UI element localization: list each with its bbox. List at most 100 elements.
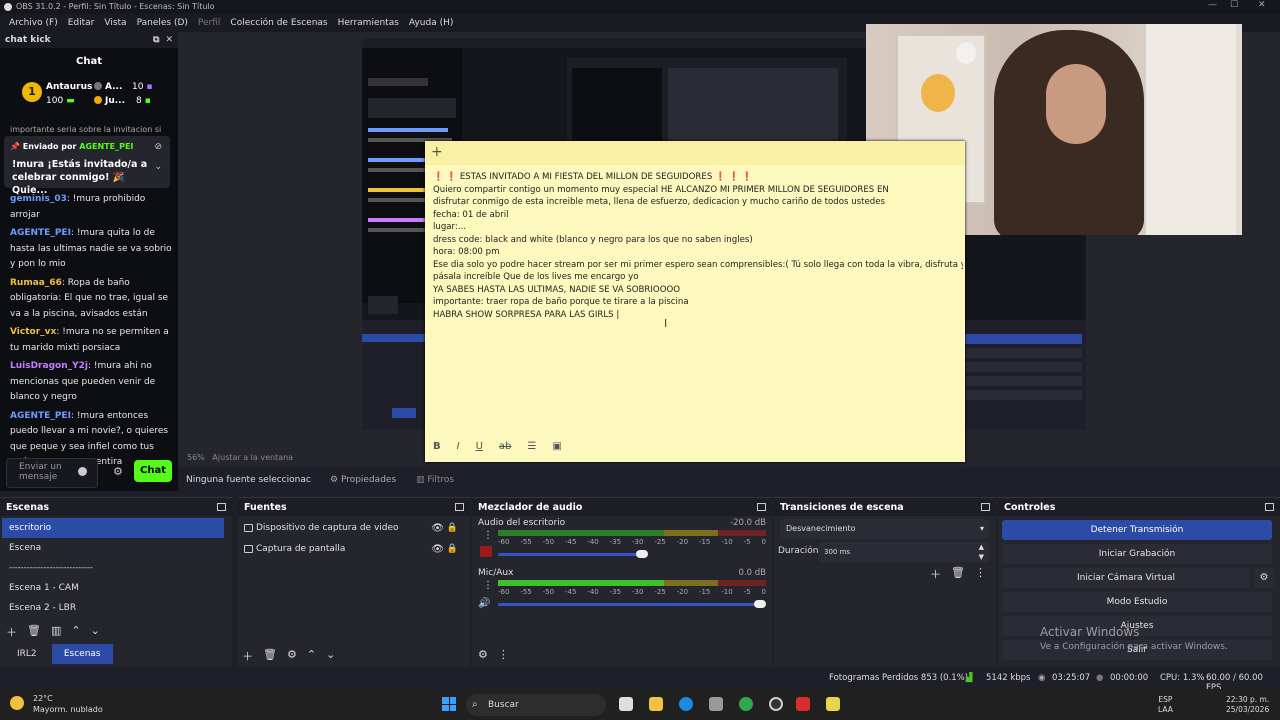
volume-slider-handle[interactable]	[754, 600, 766, 608]
source-item[interactable]: Dispositivo de captura de video 👁 🔒	[238, 518, 470, 539]
transition-select[interactable]: Desvanecimiento ▾	[780, 519, 990, 539]
chat-username[interactable]: AGENTE_PEI	[10, 228, 71, 238]
volume-slider[interactable]	[498, 553, 643, 556]
more-icon[interactable]: ⋮	[975, 566, 986, 582]
arrow-down-icon[interactable]: ⌄	[91, 624, 100, 640]
volume-slider-handle[interactable]	[636, 550, 649, 558]
pinned-message[interactable]: 📌 Enviado por AGENTE_PEI !mura ¡Estás in…	[4, 136, 170, 196]
stop-streaming-button[interactable]: Detener Transmisión	[1002, 520, 1272, 540]
weather-icon[interactable]	[10, 696, 24, 710]
float-icon[interactable]	[757, 503, 766, 511]
task-view-icon[interactable]	[619, 697, 633, 711]
note-text[interactable]: ❗ ❗ ESTAS INVITADO A MI FIESTA DEL MILLO…	[433, 171, 963, 321]
unpin-icon[interactable]: ⊘	[154, 142, 162, 152]
spin-icon[interactable]: ▲ ▼	[979, 542, 984, 562]
filter-icon[interactable]: ▥	[51, 624, 61, 640]
more-icon[interactable]: ⋮	[483, 580, 493, 591]
float-icon[interactable]	[217, 503, 226, 511]
language-indicator[interactable]: ESP LAA	[1158, 695, 1173, 715]
sticky-notes-icon[interactable]	[826, 697, 840, 711]
scene-item[interactable]: Escena	[2, 538, 224, 558]
more-icon[interactable]: ⋮	[483, 530, 493, 541]
gear-icon[interactable]: ⚙	[478, 648, 488, 661]
edge-icon[interactable]	[679, 697, 693, 711]
float-icon[interactable]	[981, 503, 990, 511]
lock-icon[interactable]: 🔒	[447, 539, 458, 560]
gear-icon[interactable]: ⚙	[113, 465, 123, 478]
app-icon[interactable]	[709, 697, 723, 711]
duration-input[interactable]: 300 ms ▲ ▼	[818, 542, 990, 562]
tab-escenas[interactable]: Escenas	[51, 644, 113, 664]
speaker-icon[interactable]: 🔊	[478, 598, 490, 609]
add-icon[interactable]: ＋	[930, 566, 941, 582]
menu-editar[interactable]: Editar	[63, 18, 100, 28]
scene-item[interactable]: Escena 2 - LBR	[2, 598, 224, 618]
obs-icon[interactable]	[769, 697, 783, 711]
weather-widget[interactable]: 22°C Mayorm. nublado	[33, 693, 103, 715]
source-item[interactable]: Captura de pantalla 👁 🔒	[238, 539, 470, 560]
add-icon[interactable]: ＋	[242, 648, 253, 664]
chat-username[interactable]: LuisDragon_Y2j	[10, 361, 88, 371]
arrow-up-icon[interactable]: ⌃	[71, 624, 80, 640]
tab-irl2[interactable]: IRL2	[5, 644, 49, 664]
italic-icon[interactable]: I	[457, 441, 460, 452]
start-recording-button[interactable]: Iniciar Grabación	[1002, 544, 1272, 564]
add-icon[interactable]: ＋	[6, 624, 17, 640]
filters-button[interactable]: ▥ Filtros	[416, 475, 454, 485]
strikethrough-icon[interactable]: ab	[499, 441, 511, 452]
send-chat-button[interactable]: Chat	[134, 460, 172, 482]
menu-coleccion-escenas[interactable]: Colección de Escenas	[225, 18, 332, 28]
add-note-icon[interactable]: +	[431, 144, 443, 160]
clock[interactable]: 22:30 p. m. 25/03/2026	[1226, 695, 1269, 715]
list-icon[interactable]: ☰	[527, 441, 536, 452]
properties-button[interactable]: ⚙ Propiedades	[330, 475, 396, 485]
muted-speaker-icon[interactable]	[480, 546, 492, 557]
gear-icon[interactable]: ⚙	[1254, 568, 1274, 588]
image-icon[interactable]: ▣	[552, 441, 561, 452]
float-icon[interactable]	[1265, 503, 1274, 511]
arrow-down-icon[interactable]: ⌄	[326, 648, 335, 664]
scene-item[interactable]: -----------------------------	[2, 558, 224, 578]
trash-icon[interactable]: 🗑	[263, 648, 277, 664]
volume-slider[interactable]	[498, 603, 760, 606]
float-icon[interactable]	[455, 503, 464, 511]
chat-username[interactable]: Rumaa_66	[10, 278, 62, 288]
zoom-mode[interactable]: Ajustar a la ventana	[212, 453, 293, 462]
menu-archivo[interactable]: Archivo (F)	[4, 18, 63, 28]
menu-ayuda[interactable]: Ayuda (H)	[404, 18, 458, 28]
emoji-icon[interactable]	[78, 467, 87, 476]
chevron-down-icon[interactable]: ⌄	[154, 162, 162, 172]
close-dock-icon[interactable]: ✕	[165, 35, 173, 45]
windows-start-icon[interactable]	[442, 697, 456, 711]
menu-vista[interactable]: Vista	[99, 18, 131, 28]
chat-username[interactable]: geminis_03	[10, 194, 67, 204]
underline-icon[interactable]: U	[476, 441, 483, 452]
trash-icon[interactable]: 🗑	[951, 566, 965, 582]
gear-icon[interactable]: ⚙	[287, 648, 297, 664]
more-icon[interactable]: ⋮	[498, 648, 509, 661]
menu-perfil[interactable]: Perfil	[193, 18, 226, 28]
trash-icon[interactable]: 🗑	[27, 624, 41, 640]
studio-mode-button[interactable]: Modo Estudio	[1002, 592, 1272, 612]
close-icon[interactable]: ✕	[1258, 0, 1266, 10]
start-virtual-camera-button[interactable]: Iniciar Cámara Virtual	[1002, 568, 1250, 588]
chat-username[interactable]: Victor_vx	[10, 327, 56, 337]
scene-item[interactable]: Escena 1 - CAM	[2, 578, 224, 598]
eye-icon[interactable]: 👁	[431, 539, 444, 560]
scene-item[interactable]: escritorio	[2, 518, 224, 538]
app-red-icon[interactable]	[796, 697, 810, 711]
sticky-note[interactable]: + ❗ ❗ ESTAS INVITADO A MI FIESTA DEL MIL…	[425, 141, 965, 462]
lock-icon[interactable]: 🔒	[447, 518, 458, 539]
float-icon[interactable]: ⧉	[153, 35, 159, 45]
menu-paneles[interactable]: Paneles (D)	[132, 18, 193, 28]
menu-herramientas[interactable]: Herramientas	[333, 18, 404, 28]
chat-username[interactable]: AGENTE_PEI	[10, 411, 71, 421]
eye-icon[interactable]: 👁	[431, 518, 444, 539]
file-explorer-icon[interactable]	[649, 697, 663, 711]
maximize-icon[interactable]: ☐	[1230, 0, 1238, 10]
arrow-up-icon[interactable]: ⌃	[307, 648, 316, 664]
bold-icon[interactable]: B	[433, 441, 441, 452]
taskbar-search[interactable]: ⌕ Buscar	[466, 694, 606, 716]
minimize-icon[interactable]: —	[1208, 0, 1217, 10]
chrome-icon[interactable]	[739, 697, 753, 711]
